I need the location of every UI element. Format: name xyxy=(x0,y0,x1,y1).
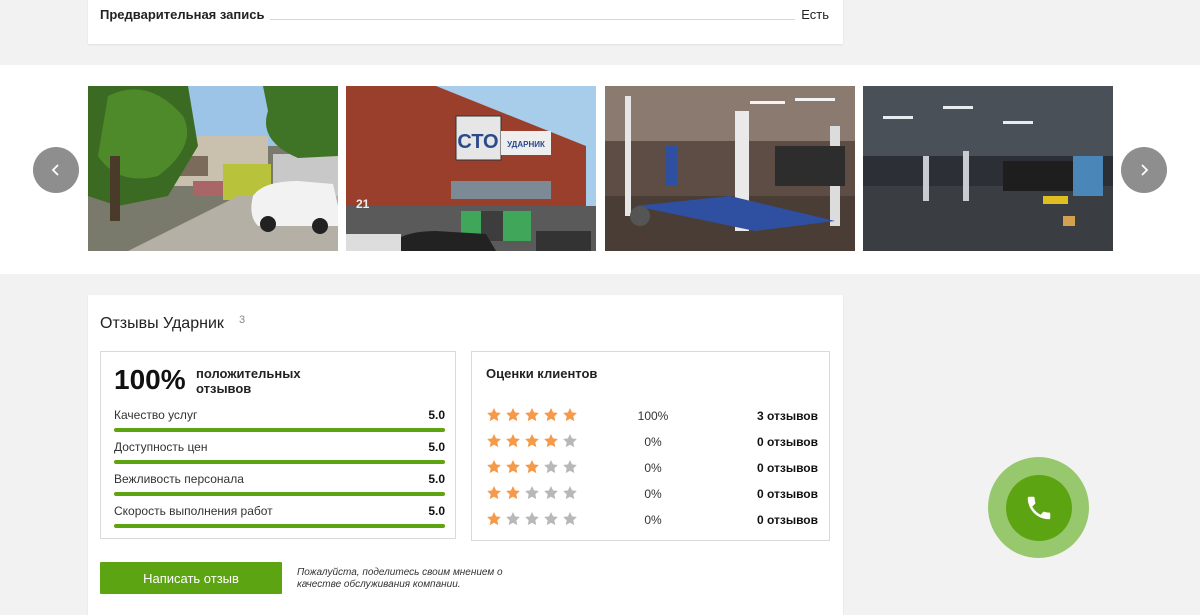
rating-percent: 0% xyxy=(644,435,662,449)
positive-caption: положительных отзывов xyxy=(196,366,301,396)
star-filled-icon xyxy=(487,408,501,422)
star-filled-icon xyxy=(506,408,520,422)
star-empty-icon xyxy=(525,486,539,500)
info-leader-line xyxy=(270,9,796,20)
star-empty-icon xyxy=(544,460,558,474)
info-value: Есть xyxy=(801,7,829,22)
rating-percent: 0% xyxy=(644,513,662,527)
gallery-photo-1[interactable] xyxy=(88,86,338,251)
ratings-title: Оценки клиентов xyxy=(486,366,598,381)
metric-score: 5.0 xyxy=(428,408,445,422)
rating-row-2[interactable]: 0% 0 отзывов xyxy=(486,485,818,503)
star-empty-icon xyxy=(563,486,577,500)
rating-count: 0 отзывов xyxy=(756,461,818,475)
rating-count: 3 отзывов xyxy=(756,409,818,423)
rating-count: 0 отзывов xyxy=(756,513,818,527)
star-filled-icon xyxy=(506,434,520,448)
star-filled-icon xyxy=(487,486,501,500)
metric-score: 5.0 xyxy=(428,440,445,454)
star-filled-icon xyxy=(525,408,539,422)
star-filled-icon xyxy=(487,434,501,448)
star-empty-icon xyxy=(544,512,558,526)
gallery-photo-3[interactable] xyxy=(605,86,855,251)
metric-score: 5.0 xyxy=(428,504,445,518)
star-empty-icon xyxy=(544,486,558,500)
rating-row-5[interactable]: 100% 3 отзывов xyxy=(486,407,818,425)
star-filled-icon xyxy=(506,486,520,500)
star-filled-icon xyxy=(506,460,520,474)
star-rating xyxy=(486,433,578,449)
rating-count: 0 отзывов xyxy=(756,487,818,501)
info-row-preregistration: Предварительная запись Есть xyxy=(100,7,829,22)
reviews-title: Отзывы Ударник xyxy=(100,315,224,332)
metric-bar-fill xyxy=(114,460,445,464)
star-filled-icon xyxy=(525,460,539,474)
info-card: Предварительная запись Есть xyxy=(88,0,843,44)
star-empty-icon xyxy=(563,512,577,526)
metric-label: Вежливость персонала xyxy=(114,472,244,486)
reviews-summary-box: 100% положительных отзывов Качество услу… xyxy=(100,351,456,539)
phone-icon xyxy=(1027,496,1050,519)
star-empty-icon xyxy=(563,460,577,474)
star-empty-icon xyxy=(506,512,520,526)
metric-bar xyxy=(114,428,445,432)
star-filled-icon xyxy=(487,512,501,526)
metric-bar-fill xyxy=(114,524,445,528)
write-review-button[interactable]: Написать отзыв xyxy=(100,562,282,594)
photo-interior-dark-icon xyxy=(863,86,1113,251)
photo-gallery: СТО УДАРНИК 21 xyxy=(0,65,1200,274)
sto-subsign-text: УДАРНИК xyxy=(507,140,545,149)
gallery-photo-2[interactable]: СТО УДАРНИК 21 xyxy=(346,86,596,251)
photo-interior-lifts-icon xyxy=(605,86,855,251)
metric-bar xyxy=(114,492,445,496)
metric-bar xyxy=(114,460,445,464)
photo-building-sto-icon: СТО УДАРНИК 21 xyxy=(346,86,596,251)
star-rating xyxy=(486,511,578,527)
photo-exterior-trees-icon xyxy=(88,86,338,251)
metric-bar-fill xyxy=(114,428,445,432)
star-rating xyxy=(486,485,578,501)
rating-count: 0 отзывов xyxy=(756,435,818,449)
star-rating xyxy=(486,459,578,475)
rating-row-3[interactable]: 0% 0 отзывов xyxy=(486,459,818,477)
call-button[interactable] xyxy=(988,457,1089,558)
metric-label: Скорость выполнения работ xyxy=(114,504,273,518)
metric-label: Доступность цен xyxy=(114,440,208,454)
star-empty-icon xyxy=(525,512,539,526)
write-review-hint: Пожалуйста, поделитесь своим мнением о к… xyxy=(297,567,503,590)
rating-percent: 0% xyxy=(644,461,662,475)
metric-score: 5.0 xyxy=(428,472,445,486)
chevron-right-icon xyxy=(1141,164,1149,176)
positive-percent: 100% xyxy=(114,364,186,395)
star-filled-icon xyxy=(544,408,558,422)
star-filled-icon xyxy=(544,434,558,448)
rating-row-4[interactable]: 0% 0 отзывов xyxy=(486,433,818,451)
metric-speed: Скорость выполнения работ 5.0 xyxy=(114,504,445,528)
star-filled-icon xyxy=(525,434,539,448)
metric-politeness: Вежливость персонала 5.0 xyxy=(114,472,445,496)
reviews-count-badge: 3 xyxy=(239,314,246,326)
star-filled-icon xyxy=(563,408,577,422)
reviews-card: Отзывы Ударник 3 100% положительных отзы… xyxy=(88,295,843,615)
star-empty-icon xyxy=(563,434,577,448)
house-number-text: 21 xyxy=(356,197,370,211)
metric-prices: Доступность цен 5.0 xyxy=(114,440,445,464)
metric-bar-fill xyxy=(114,492,445,496)
gallery-next-button[interactable] xyxy=(1121,147,1167,193)
gallery-photo-4[interactable] xyxy=(863,86,1113,251)
rating-row-1[interactable]: 0% 0 отзывов xyxy=(486,511,818,529)
gallery-prev-button[interactable] xyxy=(33,147,79,193)
star-rating xyxy=(486,407,578,423)
rating-percent: 100% xyxy=(637,409,669,423)
info-label: Предварительная запись xyxy=(100,7,265,22)
metric-quality: Качество услуг 5.0 xyxy=(114,408,445,432)
sto-sign-text: СТО xyxy=(457,131,498,153)
customer-ratings-box: Оценки клиентов 100% 3 отзывов 0% 0 отзы… xyxy=(471,351,830,541)
rating-percent: 0% xyxy=(644,487,662,501)
star-filled-icon xyxy=(487,460,501,474)
call-button-inner xyxy=(1005,474,1072,541)
chevron-left-icon xyxy=(51,164,59,176)
metric-label: Качество услуг xyxy=(114,408,198,422)
metric-bar xyxy=(114,524,445,528)
